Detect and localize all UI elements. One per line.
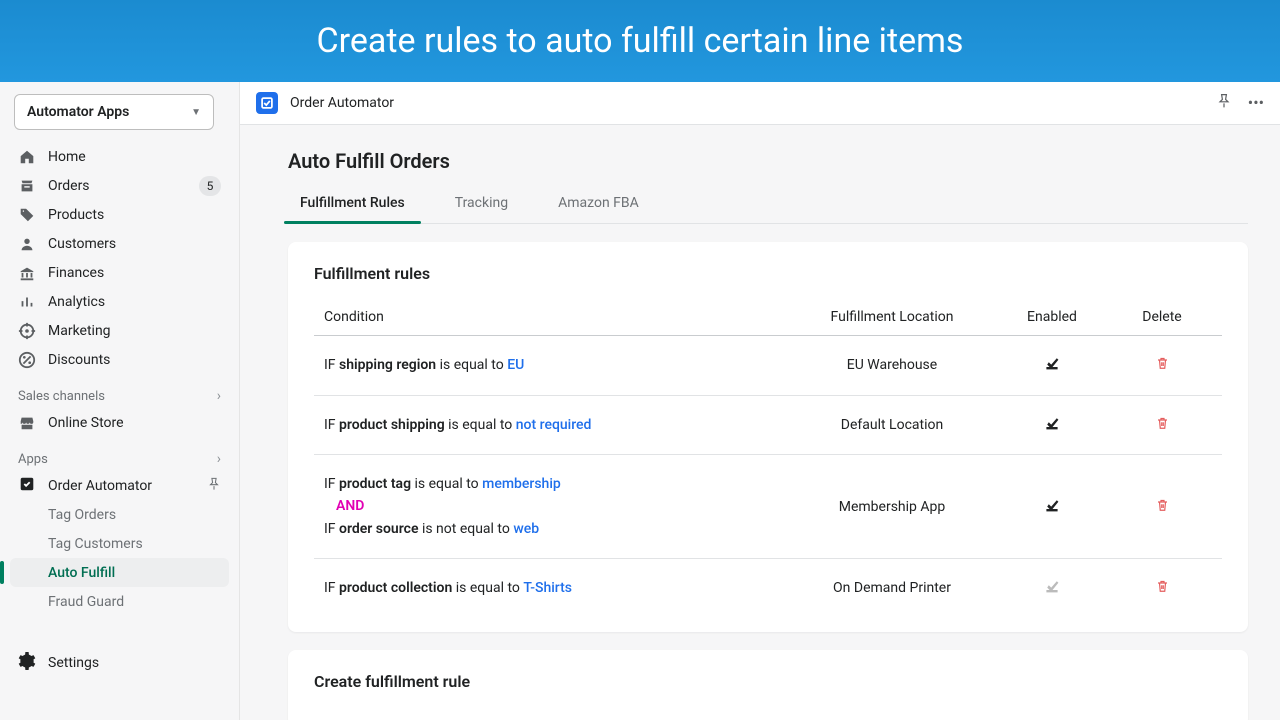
sidebar-item-order-automator[interactable]: Order Automator xyxy=(10,471,229,500)
sidebar-item-label: Orders xyxy=(48,178,90,194)
card-title: Create fulfillment rule xyxy=(314,672,1222,691)
col-delete: Delete xyxy=(1112,309,1212,325)
sidebar-item-online-store[interactable]: Online Store xyxy=(10,408,229,437)
delete-button[interactable] xyxy=(1155,578,1170,598)
tabs: Fulfillment Rules Tracking Amazon FBA xyxy=(288,185,1248,224)
bank-icon xyxy=(18,264,36,282)
table-header: Condition Fulfillment Location Enabled D… xyxy=(314,305,1222,336)
tab-amazon-fba[interactable]: Amazon FBA xyxy=(550,185,647,223)
store-selector[interactable]: Automator Apps ▼ xyxy=(14,94,214,130)
chevron-right-icon[interactable]: › xyxy=(217,388,221,404)
user-icon xyxy=(18,235,36,253)
col-location: Fulfillment Location xyxy=(792,309,992,325)
rule-location: On Demand Printer xyxy=(792,580,992,596)
sidebar-item-products[interactable]: Products xyxy=(10,200,229,229)
bars-icon xyxy=(18,293,36,311)
store-selector-label: Automator Apps xyxy=(27,104,129,120)
sidebar-item-label: Home xyxy=(48,149,86,165)
tab-tracking[interactable]: Tracking xyxy=(447,185,516,223)
sidebar-item-marketing[interactable]: Marketing xyxy=(10,316,229,345)
target-icon xyxy=(18,322,36,340)
delete-button[interactable] xyxy=(1155,355,1170,375)
condition-text: IF product tag is equal to membership xyxy=(324,473,792,495)
orders-icon xyxy=(18,177,36,195)
rule-location: EU Warehouse xyxy=(792,357,992,373)
rule-location: Default Location xyxy=(792,417,992,433)
sidebar-item-customers[interactable]: Customers xyxy=(10,229,229,258)
sidebar-item-label: Online Store xyxy=(48,415,124,431)
col-enabled: Enabled xyxy=(992,309,1112,325)
sidebar-item-finances[interactable]: Finances xyxy=(10,258,229,287)
col-condition: Condition xyxy=(324,309,792,325)
enabled-toggle[interactable] xyxy=(1044,355,1060,375)
rule-row: IF product collection is equal to T-Shir… xyxy=(314,559,1222,617)
sidebar-item-label: Marketing xyxy=(48,323,111,339)
sidebar: Automator Apps ▼ Home Orders 5 Products Cust… xyxy=(0,82,240,720)
rule-row: IF product shipping is equal to not requ… xyxy=(314,396,1222,455)
rule-row: IF shipping region is equal to EUEU Ware… xyxy=(314,336,1222,395)
tab-fulfillment-rules[interactable]: Fulfillment Rules xyxy=(292,185,413,223)
sidebar-subitem-fraud-guard[interactable]: Fraud Guard xyxy=(10,587,229,616)
rule-row: IF product tag is equal to membershipAND… xyxy=(314,455,1222,559)
sidebar-item-label: Analytics xyxy=(48,294,105,310)
delete-button[interactable] xyxy=(1155,415,1170,435)
hero-banner: Create rules to auto fulfill certain lin… xyxy=(0,0,1280,82)
delete-button[interactable] xyxy=(1155,497,1170,517)
enabled-toggle[interactable] xyxy=(1044,578,1060,598)
sidebar-item-label: Order Automator xyxy=(48,478,152,494)
enabled-toggle[interactable] xyxy=(1044,415,1060,435)
tag-icon xyxy=(18,206,36,224)
sidebar-item-analytics[interactable]: Analytics xyxy=(10,287,229,316)
pin-icon[interactable] xyxy=(207,477,221,495)
sidebar-item-label: Customers xyxy=(48,236,116,252)
app-logo-icon xyxy=(256,92,278,114)
chevron-down-icon: ▼ xyxy=(191,107,201,118)
sidebar-item-orders[interactable]: Orders 5 xyxy=(10,171,229,200)
sidebar-subitem-tag-customers[interactable]: Tag Customers xyxy=(10,529,229,558)
badge: 5 xyxy=(199,176,221,196)
topbar: Order Automator ••• xyxy=(240,82,1280,125)
sidebar-item-label: Discounts xyxy=(48,352,110,368)
topbar-title: Order Automator xyxy=(290,95,394,111)
gear-icon xyxy=(18,652,36,674)
create-rule-card: Create fulfillment rule xyxy=(288,650,1248,720)
sidebar-item-home[interactable]: Home xyxy=(10,142,229,171)
condition-text: IF shipping region is equal to EU xyxy=(324,354,792,376)
and-operator: AND xyxy=(324,495,792,517)
chevron-right-icon[interactable]: › xyxy=(217,451,221,467)
condition-text: IF product collection is equal to T-Shir… xyxy=(324,577,792,599)
sidebar-item-discounts[interactable]: Discounts xyxy=(10,345,229,374)
app-icon xyxy=(18,475,36,497)
enabled-toggle[interactable] xyxy=(1044,497,1060,517)
pin-icon[interactable] xyxy=(1216,93,1232,113)
percent-icon xyxy=(18,351,36,369)
more-icon[interactable]: ••• xyxy=(1248,93,1264,113)
rule-location: Membership App xyxy=(792,499,992,515)
sidebar-item-label: Products xyxy=(48,207,104,223)
sidebar-item-settings[interactable]: Settings xyxy=(10,648,229,677)
store-icon xyxy=(18,414,36,432)
sidebar-subitem-tag-orders[interactable]: Tag Orders xyxy=(10,500,229,529)
sidebar-item-label: Settings xyxy=(48,655,99,671)
condition-text: IF order source is not equal to web xyxy=(324,518,792,540)
sidebar-subitem-auto-fulfill[interactable]: Auto Fulfill xyxy=(10,558,229,587)
rules-card: Fulfillment rules Condition Fulfillment … xyxy=(288,242,1248,631)
condition-text: IF product shipping is equal to not requ… xyxy=(324,414,792,436)
section-sales-label: Sales channels xyxy=(18,389,105,404)
section-apps-label: Apps xyxy=(18,452,48,467)
page-title: Auto Fulfill Orders xyxy=(288,149,1248,173)
sidebar-item-label: Finances xyxy=(48,265,104,281)
home-icon xyxy=(18,148,36,166)
card-title: Fulfillment rules xyxy=(314,264,1222,283)
